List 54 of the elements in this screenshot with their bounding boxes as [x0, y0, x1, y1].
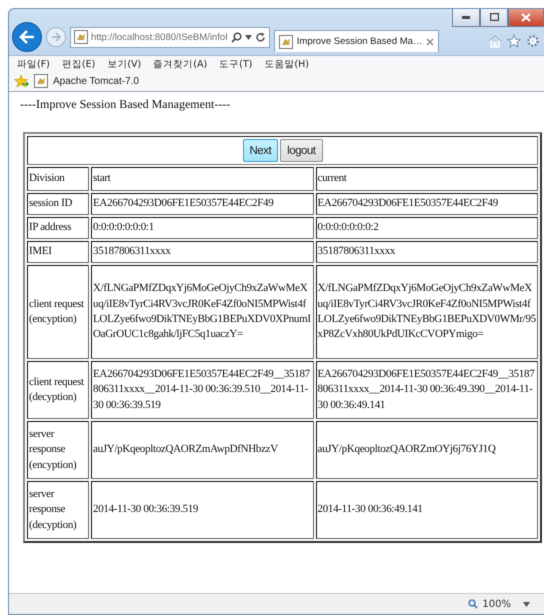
browser-tab[interactable]: Improve Session Based Ma…	[274, 30, 440, 52]
back-button[interactable]	[12, 22, 42, 52]
star-icon[interactable]	[507, 34, 521, 48]
dropdown-icon[interactable]	[523, 602, 530, 606]
menu-item[interactable]: 즐겨찾기(A)	[153, 58, 208, 71]
table-cell: X/fLNGaPMfZDqxYj6MoGeOjyCh9xZaWwMeXuq/iIE8vTyrCi4RV3vcJR0KeF4Zf0oNI5MPWist4fLOLZye6fwo9DikTNEyBbG1BEPuXDV0WMr/95xP8ZcVxh80UkPdUIKcCVOPYmigo=	[316, 265, 538, 359]
address-field[interactable]: http://localhost:8080/ISeBM/infoI	[70, 26, 270, 48]
table-cell: 35187806311xxxx	[91, 241, 314, 263]
menu-item[interactable]: 편집(E)	[62, 58, 96, 71]
favorites-star-icon[interactable]	[14, 74, 29, 88]
row-label-cell: client request (encyption)	[27, 265, 89, 359]
row-label-cell: session ID	[27, 193, 89, 215]
page-button[interactable]: logout	[280, 139, 322, 162]
header-cell: Division	[27, 167, 89, 191]
table-cell: 0:0:0:0:0:0:0:1	[91, 217, 314, 239]
menu-item[interactable]: 파일(F)	[17, 58, 50, 71]
page-heading: ----Improve Session Based Management----	[20, 97, 232, 112]
favorite-link[interactable]: Apache Tomcat-7.0	[53, 76, 139, 86]
minimize-button[interactable]	[452, 9, 480, 27]
menu-item[interactable]: 보기(V)	[107, 58, 142, 71]
close-icon[interactable]	[426, 38, 434, 46]
search-icon[interactable]	[230, 32, 242, 42]
row-label-cell: IMEI	[27, 241, 89, 263]
table-cell: X/fLNGaPMfZDqxYj6MoGeOjyCh9xZaWwMeXuq/iIE8vTyrCi4RV3vcJR0KeF4Zf0oNI5MPWist4fLOLZye6fwo9DikTNEyBbG1BEPuXDV0XPnumIOaGrOUC1c8gahk/ljFC5q1uaczY=	[91, 265, 314, 359]
row-label-cell: client request (decyption)	[27, 361, 89, 419]
table-cell: 0:0:0:0:0:0:0:2	[316, 217, 538, 239]
dropdown-icon[interactable]	[244, 34, 252, 40]
menu-item[interactable]: 도구(T)	[219, 58, 252, 71]
header-cell: current	[316, 167, 538, 191]
minimize-icon[interactable]	[462, 16, 470, 18]
table-cell: 2014-11-30 00:36:49.141	[316, 481, 538, 539]
table-cell: EA266704293D06FE1E50357E44EC2F49__35187806311xxxx__2014-11-30 00:36:49.390__2014-11-30 00:36:49.141	[316, 361, 538, 419]
row-label-cell: server response (encyption)	[27, 421, 89, 479]
settings-icon[interactable]	[526, 34, 540, 48]
table-cell: auJY/pKqeopltozQAORZmOYj6j76YJ1Q	[316, 421, 538, 479]
row-label-cell: server response (decyption)	[27, 481, 89, 539]
menu-item[interactable]: 도움말(H)	[264, 58, 309, 71]
zoom-icon[interactable]	[468, 599, 478, 609]
refresh-icon[interactable]	[254, 32, 266, 42]
table-cell: EA266704293D06FE1E50357E44EC2F49	[316, 193, 538, 215]
home-icon[interactable]	[488, 34, 502, 48]
page-button[interactable]: Next	[242, 139, 278, 162]
maximize-icon[interactable]	[490, 13, 498, 21]
table-cell: 35187806311xxxx	[316, 241, 538, 263]
table-cell: 2014-11-30 00:36:39.519	[91, 481, 314, 539]
header-cell: start	[91, 167, 314, 191]
maximize-button[interactable]	[480, 9, 508, 27]
back-arrow-icon[interactable]	[19, 30, 35, 44]
close-button[interactable]	[508, 9, 544, 27]
table-cell: EA266704293D06FE1E50357E44EC2F49	[91, 193, 314, 215]
table-cell: EA266704293D06FE1E50357E44EC2F49__35187806311xxxx__2014-11-30 00:36:39.510__2014-11-30 00:36:39.519	[91, 361, 314, 419]
zoom-level[interactable]: 100%	[482, 598, 511, 610]
row-label-cell: IP address	[27, 217, 89, 239]
table-cell: auJY/pKqeopltozQAORZmAwpDfNHbzzV	[91, 421, 314, 479]
